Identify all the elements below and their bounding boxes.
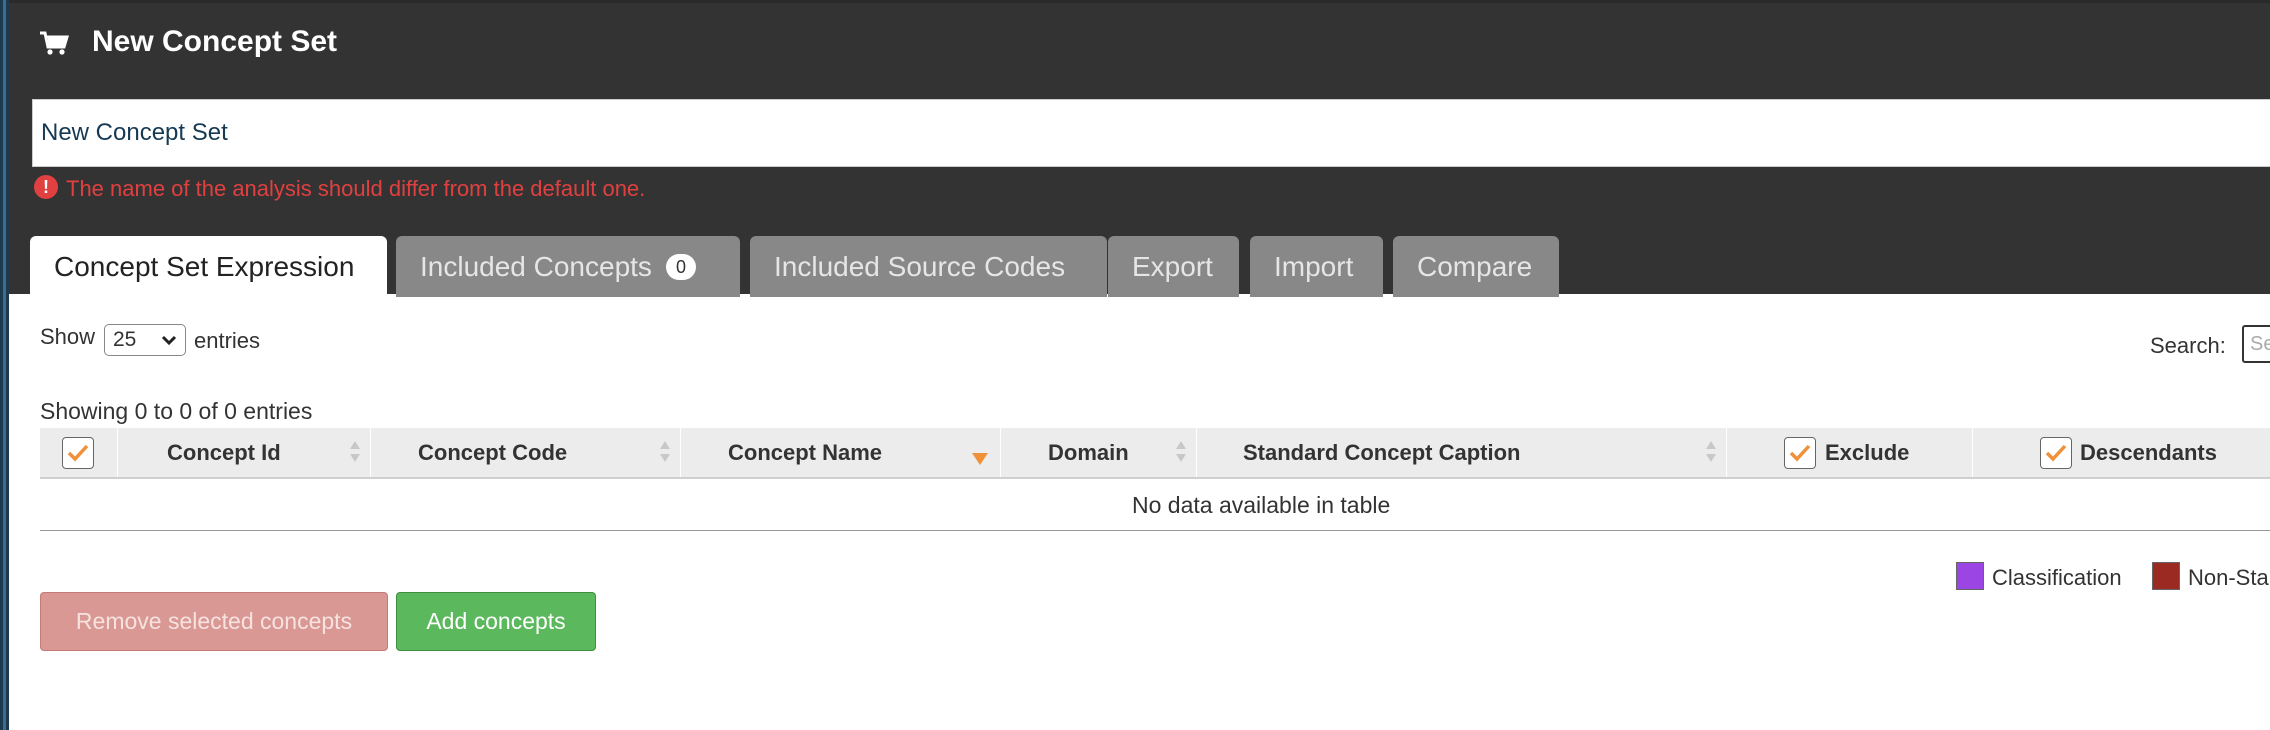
table-empty-row: No data available in table xyxy=(40,479,2270,531)
tab-label: Included Concepts xyxy=(420,251,652,282)
classification-legend-swatch xyxy=(1956,562,1984,590)
included-concepts-count-badge: 0 xyxy=(665,253,696,280)
concept-set-header: New Concept Set ! The name of the analys… xyxy=(9,0,2270,297)
sort-icon xyxy=(1176,441,1186,465)
error-message: The name of the analysis should differ f… xyxy=(66,176,646,201)
tab-label: Export xyxy=(1132,251,1213,282)
table-info: Showing 0 to 0 of 0 entries xyxy=(40,398,313,424)
concept-set-name-input[interactable] xyxy=(32,99,2270,167)
non-standard-legend-swatch xyxy=(2152,562,2180,590)
sort-descending-icon xyxy=(972,453,988,465)
column-concept-code[interactable]: Concept Code xyxy=(371,428,681,477)
shopping-cart-icon xyxy=(39,31,70,57)
column-label: Exclude xyxy=(1825,440,1910,465)
checkmark-icon xyxy=(67,444,89,462)
select-all-column xyxy=(40,428,118,477)
column-label: Concept Name xyxy=(728,440,883,465)
tab-label: Import xyxy=(1274,251,1354,282)
page-title: New Concept Set xyxy=(92,25,338,58)
checkmark-icon xyxy=(1789,444,1811,462)
column-label: Concept Id xyxy=(167,440,281,465)
exclude-all-checkbox[interactable] xyxy=(1784,437,1816,469)
column-label: Descendants xyxy=(2080,440,2217,465)
column-descendants: Descendants xyxy=(1973,428,2270,477)
descendants-all-checkbox[interactable] xyxy=(2040,437,2072,469)
show-label: Show xyxy=(40,324,96,349)
table-header-row: Concept Id Concept Code Concept Name Dom… xyxy=(40,428,2270,479)
tab-label: Concept Set Expression xyxy=(54,251,355,282)
entries-label: entries xyxy=(194,328,261,353)
sort-icon xyxy=(660,441,670,465)
checkmark-icon xyxy=(2045,444,2067,462)
tab-label: Included Source Codes xyxy=(774,251,1066,282)
non-standard-legend-label: Non-Sta xyxy=(2188,565,2269,590)
left-edge-frame xyxy=(0,0,9,730)
error-exclamation-icon: ! xyxy=(34,175,58,199)
column-domain[interactable]: Domain xyxy=(1001,428,1197,477)
tab-compare[interactable]: Compare xyxy=(1393,236,1559,297)
tab-export[interactable]: Export xyxy=(1108,236,1239,297)
search-label: Search: xyxy=(2150,333,2226,358)
empty-table-message: No data available in table xyxy=(1132,492,1391,518)
remove-selected-concepts-button[interactable]: Remove selected concepts xyxy=(40,592,388,651)
tab-included-source-codes[interactable]: Included Source Codes xyxy=(750,236,1107,297)
tab-import[interactable]: Import xyxy=(1250,236,1383,297)
sort-icon xyxy=(1706,441,1716,465)
column-label: Domain xyxy=(1048,440,1129,465)
page-size-value: 25 xyxy=(113,328,137,351)
tab-label: Compare xyxy=(1417,251,1533,282)
classification-legend-label: Classification xyxy=(1992,565,2122,590)
chevron-down-icon xyxy=(161,329,177,359)
tab-included-concepts[interactable]: Included Concepts 0 xyxy=(396,236,740,297)
column-standard-concept-caption[interactable]: Standard Concept Caption xyxy=(1197,428,1727,477)
column-label: Concept Code xyxy=(418,440,568,465)
column-concept-name[interactable]: Concept Name xyxy=(681,428,1001,477)
page-size-select[interactable]: 25 xyxy=(104,324,186,356)
tab-concept-set-expression[interactable]: Concept Set Expression xyxy=(30,236,387,297)
select-all-checkbox[interactable] xyxy=(62,437,94,469)
sort-icon xyxy=(350,441,360,465)
column-concept-id[interactable]: Concept Id xyxy=(119,428,371,477)
column-label: Standard Concept Caption xyxy=(1243,440,1521,465)
add-concepts-button[interactable]: Add concepts xyxy=(396,592,596,651)
column-exclude: Exclude xyxy=(1727,428,1973,477)
left-edge-strip xyxy=(3,0,6,730)
search-input[interactable]: Se xyxy=(2242,325,2270,363)
